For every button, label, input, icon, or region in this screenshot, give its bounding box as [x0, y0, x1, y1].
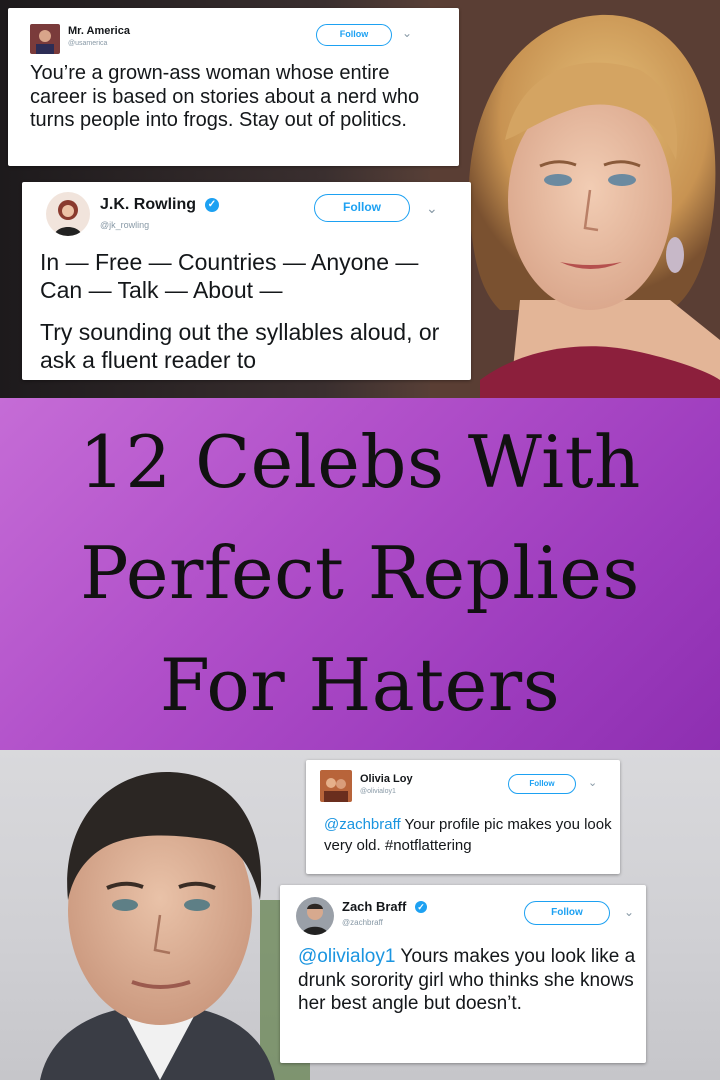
verified-badge-icon: ✓ [205, 198, 219, 212]
tweet-text: @olivialoy1 Yours makes you look like a … [298, 945, 638, 1016]
tweet-text: You’re a grown-ass woman whose entire ca… [30, 62, 420, 131]
headline-line-3: For Haters [159, 642, 561, 727]
follow-button[interactable]: Follow [316, 24, 392, 46]
tweet-text-continued: Try sounding out the syllables aloud, or… [40, 319, 440, 373]
tweet-author-handle[interactable]: @zachbraff [342, 918, 383, 927]
jk-rowling-photo [430, 0, 720, 398]
top-photo-panel: Mr. America @​usamerica Follow ⌄ You’re … [0, 0, 720, 398]
avatar[interactable] [30, 24, 60, 54]
headline-line-1: 12 Celebs With [79, 419, 641, 504]
tweet-author-name[interactable]: Zach Braff [342, 899, 406, 914]
headline-banner: 12 Celebs With Perfect Replies For Hater… [0, 398, 720, 750]
zach-braff-photo [40, 771, 310, 1080]
tweet-card-zach-braff: Zach Braff ✓ @zachbraff Follow ⌄ @olivia… [280, 885, 646, 1063]
follow-button[interactable]: Follow [524, 901, 610, 925]
chevron-down-icon[interactable]: ⌄ [588, 776, 597, 789]
tweet-author-name[interactable]: J.K. Rowling [100, 196, 196, 214]
mention-link[interactable]: @olivialoy1 [298, 946, 395, 967]
chevron-down-icon[interactable]: ⌄ [426, 200, 438, 217]
verified-badge-icon: ✓ [415, 901, 427, 913]
tweet-card-olivia-loy: Olivia Loy @olivialoy1 Follow ⌄ @zachbra… [306, 760, 620, 874]
avatar[interactable] [320, 770, 352, 802]
tweet-card-mr-america: Mr. America @​usamerica Follow ⌄ You’re … [8, 8, 459, 166]
follow-button[interactable]: Follow [314, 194, 410, 222]
avatar[interactable] [296, 897, 334, 935]
tweet-text: In — Free — Countries — Anyone — Can — T… [40, 249, 419, 303]
follow-button[interactable]: Follow [508, 774, 576, 794]
tweet-author-handle[interactable]: @​usamerica [68, 40, 107, 47]
tweet-author-name[interactable]: Mr. America [68, 25, 130, 37]
tweet-author-name[interactable]: Olivia Loy [360, 773, 413, 785]
headline-line-2: Perfect Replies [80, 531, 640, 616]
tweet-card-jk-rowling: J.K. Rowling ✓ @jk_rowling Follow ⌄ In —… [22, 182, 471, 380]
tweet-author-handle[interactable]: @jk_rowling [100, 220, 149, 230]
avatar[interactable] [46, 192, 90, 236]
chevron-down-icon[interactable]: ⌄ [402, 26, 412, 40]
tweet-author-handle[interactable]: @olivialoy1 [360, 788, 396, 795]
chevron-down-icon[interactable]: ⌄ [624, 905, 634, 919]
mention-link[interactable]: @zachbraff [324, 816, 401, 833]
tweet-text: @zachbraff Your profile pic makes you lo… [324, 814, 614, 856]
